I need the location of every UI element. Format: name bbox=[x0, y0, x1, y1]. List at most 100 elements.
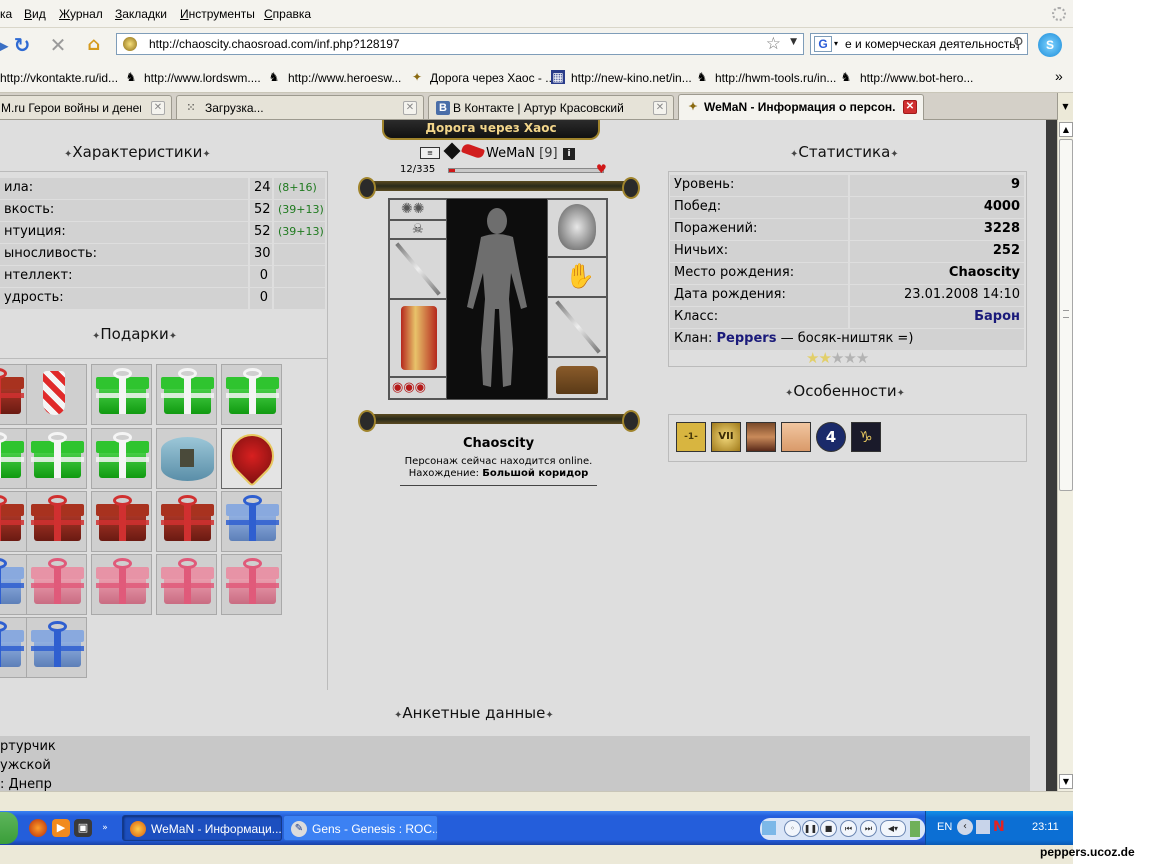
slot-rings[interactable]: ◉◉◉ bbox=[389, 377, 447, 399]
bookmark-vkontakte[interactable]: http://vkontakte.ru/id... bbox=[0, 71, 118, 85]
tab-close-icon[interactable]: ✕ bbox=[403, 101, 417, 115]
tab-list-button[interactable]: ▼ bbox=[1057, 93, 1073, 120]
stop-media-icon[interactable]: ■ bbox=[820, 820, 837, 837]
red-gift-icon[interactable] bbox=[26, 491, 87, 552]
tab-heroes[interactable]: M.ru Герои войны и денег. ... ✕ bbox=[0, 95, 172, 119]
start-button[interactable] bbox=[0, 812, 18, 844]
opera-icon[interactable] bbox=[29, 819, 47, 837]
tab-close-icon[interactable]: ✕ bbox=[653, 101, 667, 115]
pink-gift-icon[interactable] bbox=[91, 554, 152, 615]
blue-gift-icon[interactable] bbox=[0, 554, 27, 615]
quicklaunch-more-icon[interactable]: » bbox=[96, 819, 114, 837]
media-restore-icon[interactable] bbox=[910, 821, 920, 837]
green-gift-icon[interactable] bbox=[156, 364, 217, 425]
menu-tools[interactable]: Инструменты bbox=[180, 7, 255, 21]
stocking-icon[interactable] bbox=[26, 364, 87, 425]
slot-weapon-right[interactable] bbox=[547, 297, 607, 357]
vertical-scrollbar[interactable]: ▲ ▼ bbox=[1057, 120, 1073, 791]
tab-close-icon[interactable]: ✕ bbox=[151, 101, 165, 115]
skype-icon[interactable]: S bbox=[1038, 33, 1062, 57]
slot-gloves[interactable]: ✋ bbox=[547, 257, 607, 297]
pink-gift-icon[interactable] bbox=[221, 554, 282, 615]
scroll-thumb[interactable] bbox=[1059, 139, 1073, 491]
feature-seven-icon[interactable]: VII bbox=[711, 422, 741, 452]
red-gift-icon[interactable] bbox=[0, 364, 27, 425]
red-gift-icon[interactable] bbox=[91, 491, 152, 552]
slot-earrings[interactable]: ✺✺ bbox=[389, 199, 447, 220]
bookmarks-overflow-button[interactable]: » bbox=[1055, 68, 1063, 84]
bookmark-newkino[interactable]: http://new-kino.net/in... bbox=[571, 71, 692, 85]
feature-portrait-icon[interactable] bbox=[746, 422, 776, 452]
bookmark-heroesw[interactable]: http://www.heroesw... bbox=[288, 71, 401, 85]
pause-icon[interactable]: ❚❚ bbox=[802, 820, 819, 837]
class-link[interactable]: Барон bbox=[850, 307, 1024, 328]
feature-thumbs-icon[interactable] bbox=[781, 422, 811, 452]
zodiac-capricorn-icon[interactable]: ♑ bbox=[851, 422, 881, 452]
menu-history[interactable]: Журнал bbox=[59, 7, 103, 21]
search-engine-dropdown-icon[interactable]: ▾ bbox=[834, 39, 838, 48]
slot-helmet[interactable] bbox=[547, 199, 607, 257]
tab-close-icon[interactable]: ✕ bbox=[903, 100, 917, 114]
slot-boots[interactable] bbox=[547, 357, 607, 399]
desktop-icon[interactable]: ▣ bbox=[74, 819, 92, 837]
tab-weman[interactable]: ✦ WeMaN - Информация о персон... ✕ bbox=[678, 94, 924, 120]
green-gift-icon[interactable] bbox=[0, 428, 27, 489]
feature-four-icon[interactable]: 4 bbox=[816, 422, 846, 452]
red-gift-icon[interactable] bbox=[0, 491, 27, 552]
task-firefox[interactable]: WeMaN - Информаци... bbox=[122, 815, 282, 841]
bookmark-lordswm[interactable]: http://www.lordswm.... bbox=[144, 71, 261, 85]
tab-loading[interactable]: ⁙ Загрузка... ✕ bbox=[176, 95, 424, 119]
blue-gift-icon[interactable] bbox=[0, 617, 27, 678]
stop-icon[interactable]: ✕ bbox=[45, 32, 71, 58]
slot-armor[interactable] bbox=[389, 299, 447, 377]
media-prev-small-icon[interactable]: ◦ bbox=[784, 820, 801, 837]
round-box-icon[interactable] bbox=[156, 428, 217, 489]
slot-amulet[interactable]: ☠ bbox=[389, 220, 447, 239]
network-icon[interactable] bbox=[976, 820, 990, 834]
feature-rank-icon[interactable]: -1- bbox=[676, 422, 706, 452]
url-dropdown-icon[interactable]: ▼ bbox=[790, 37, 797, 47]
volume-icon[interactable]: ◀▾ bbox=[880, 820, 906, 837]
tray-collapse-icon[interactable]: ‹ bbox=[957, 819, 973, 835]
search-input[interactable]: е и комерческая деятельность! bbox=[845, 37, 1019, 51]
bookmark-star-icon[interactable]: ☆ bbox=[766, 34, 781, 54]
home-icon[interactable]: ⌂ bbox=[81, 32, 107, 58]
slot-weapon-left[interactable] bbox=[389, 239, 447, 299]
green-gift-icon[interactable] bbox=[91, 364, 152, 425]
search-magnifier-icon[interactable]: ⚲ bbox=[1013, 34, 1024, 52]
tab-vkontakte[interactable]: В В Контакте | Артур Красовский ✕ bbox=[428, 95, 674, 119]
bookmark-chaosroad[interactable]: Дорога через Хаос - ... bbox=[430, 71, 555, 85]
pink-gift-icon[interactable] bbox=[26, 554, 87, 615]
task-gens[interactable]: ✎ Gens - Genesis : ROC... bbox=[283, 815, 438, 841]
reload-icon[interactable]: ↻ bbox=[9, 32, 35, 58]
heart-box-icon[interactable] bbox=[221, 428, 282, 489]
private-message-icon[interactable]: ≡ bbox=[420, 147, 440, 159]
next-icon[interactable]: ⏭ bbox=[860, 820, 877, 837]
game-banner[interactable]: Дорога через Хаос bbox=[382, 120, 600, 140]
green-gift-icon[interactable] bbox=[91, 428, 152, 489]
green-gift-icon[interactable] bbox=[221, 364, 282, 425]
menu-file[interactable]: ка bbox=[0, 7, 12, 21]
url-text[interactable]: http://chaoscity.chaosroad.com/inf.php?1… bbox=[149, 37, 400, 51]
pink-gift-icon[interactable] bbox=[156, 554, 217, 615]
green-gift-icon[interactable] bbox=[26, 428, 87, 489]
scroll-down-icon[interactable]: ▼ bbox=[1059, 774, 1073, 789]
menu-help[interactable]: Справка bbox=[264, 7, 311, 21]
language-indicator[interactable]: EN bbox=[937, 821, 952, 833]
search-engine-icon[interactable]: G bbox=[814, 36, 832, 52]
clock[interactable]: 23:11 bbox=[1032, 821, 1059, 833]
bookmark-bothero[interactable]: http://www.bot-hero... bbox=[860, 71, 973, 85]
red-gift-icon[interactable] bbox=[156, 491, 217, 552]
antivirus-icon[interactable]: N bbox=[993, 819, 1005, 835]
search-bar[interactable]: G ▾ е и комерческая деятельность! ⚲ bbox=[810, 33, 1028, 55]
previous-icon[interactable]: ⏮ bbox=[840, 820, 857, 837]
menu-view[interactable]: Вид bbox=[24, 7, 46, 21]
blue-gift-icon[interactable] bbox=[221, 491, 282, 552]
blue-gift-icon[interactable] bbox=[26, 617, 87, 678]
media-player-icon[interactable]: ▶ bbox=[52, 819, 70, 837]
media-app-icon[interactable] bbox=[762, 821, 776, 835]
bookmark-hwmtools[interactable]: http://hwm-tools.ru/in... bbox=[715, 71, 836, 85]
scroll-up-icon[interactable]: ▲ bbox=[1059, 122, 1073, 137]
url-bar[interactable]: http://chaoscity.chaosroad.com/inf.php?1… bbox=[116, 33, 804, 55]
clan-link[interactable]: Peppers bbox=[717, 331, 777, 346]
